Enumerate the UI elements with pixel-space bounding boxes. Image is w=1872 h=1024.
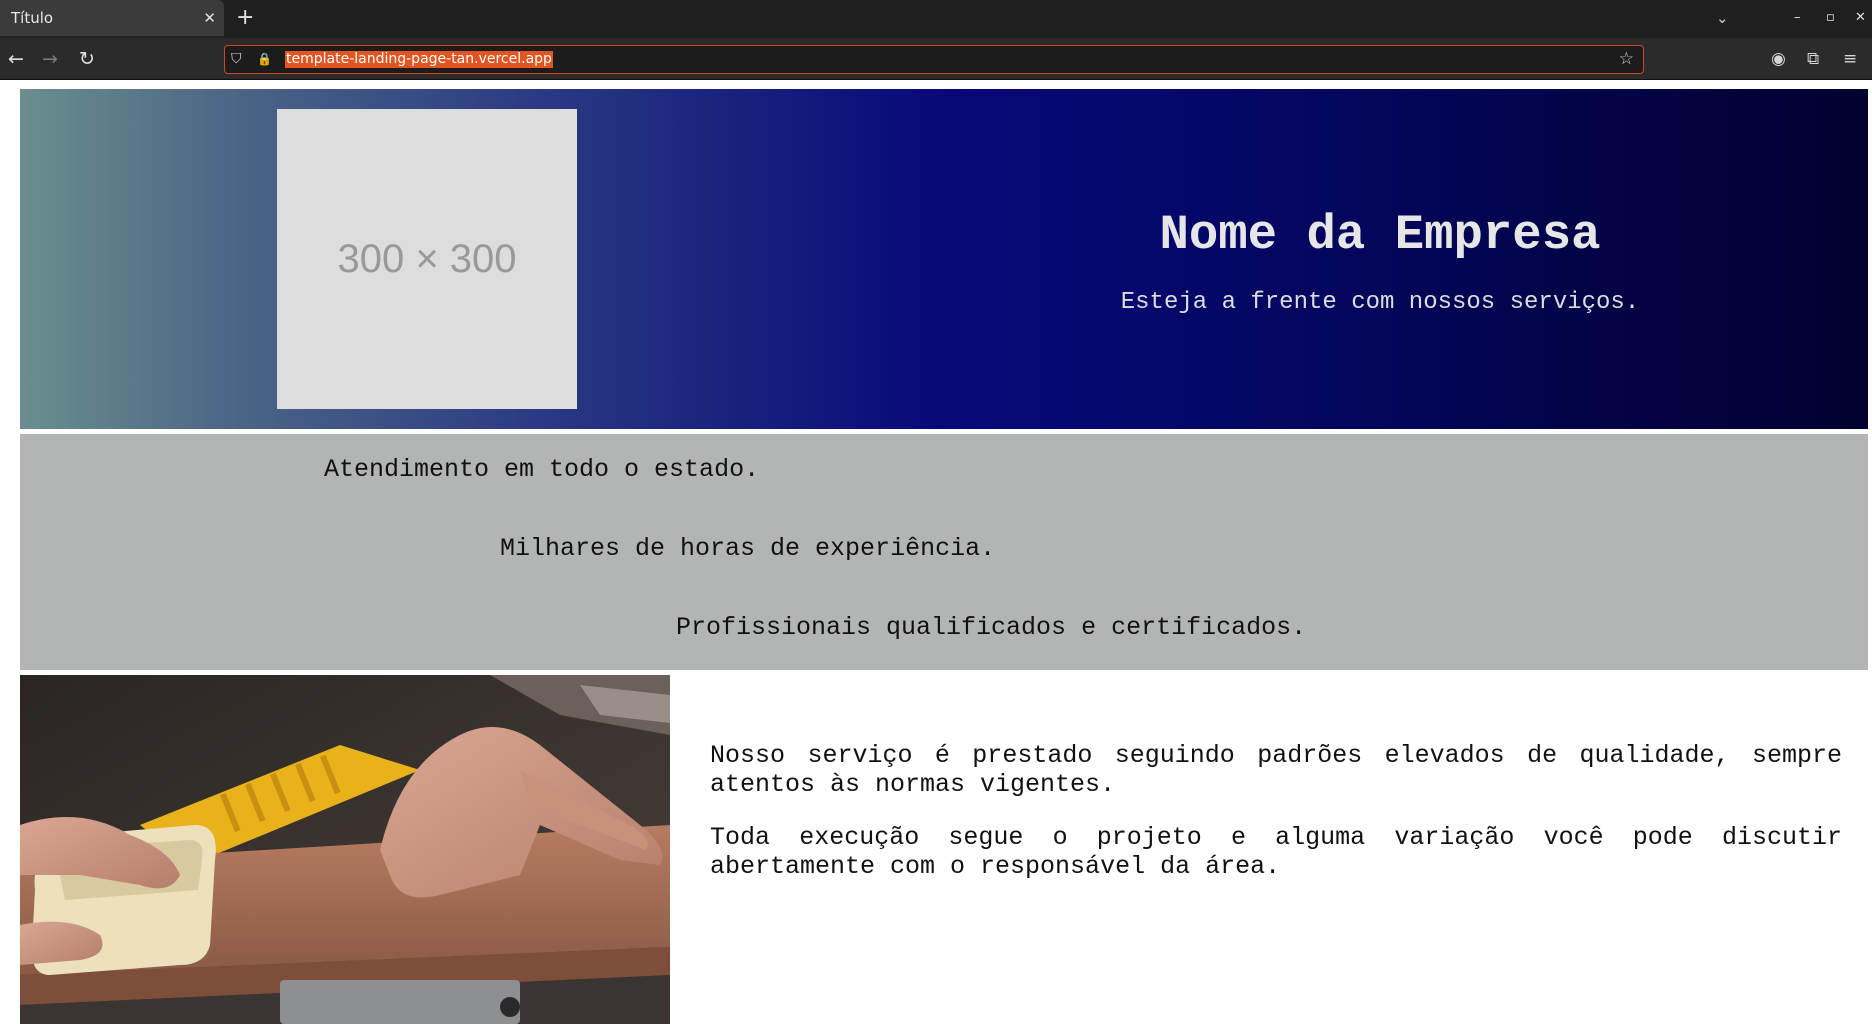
company-name: Nome da Empresa xyxy=(1159,207,1601,263)
bookmark-star-icon[interactable]: ☆ xyxy=(1619,46,1634,72)
feature-item: Milhares de horas de experiência. xyxy=(500,534,996,563)
logo-placeholder-image: 300 × 300 xyxy=(277,109,577,409)
feature-item: Atendimento em todo o estado. xyxy=(324,455,760,484)
address-bar[interactable]: ⛉ 🔒 template-landing-page-tan.vercel.app… xyxy=(224,45,1644,74)
tab-title: Título xyxy=(11,9,54,27)
page-viewport: 300 × 300 Nome da Empresa Esteja a frent… xyxy=(12,81,1872,1024)
menu-icon[interactable]: ≡ xyxy=(1843,38,1857,80)
woodworking-photo xyxy=(20,675,670,1024)
tab-close-icon[interactable]: ✕ xyxy=(203,0,216,36)
minimize-icon[interactable]: – xyxy=(1794,0,1801,36)
account-icon[interactable]: ◉ xyxy=(1771,38,1786,80)
shield-icon[interactable]: ⛉ xyxy=(231,46,242,72)
navigation-toolbar: ← → ↻ ⛉ 🔒 template-landing-page-tan.verc… xyxy=(0,38,1872,80)
url-text[interactable]: template-landing-page-tan.vercel.app xyxy=(285,51,553,68)
lock-icon[interactable]: 🔒 xyxy=(257,46,272,72)
forward-icon[interactable]: → xyxy=(42,38,58,80)
content-paragraph: Nosso serviço é prestado seguindo padrõe… xyxy=(710,741,1842,799)
tagline: Esteja a frente com nossos serviços. xyxy=(1120,289,1640,316)
feature-item: Profissionais qualificados e certificado… xyxy=(676,613,1307,642)
back-icon[interactable]: ← xyxy=(8,38,24,80)
content-paragraph: Toda execução segue o projeto e alguma v… xyxy=(710,823,1842,881)
extensions-icon[interactable]: ⧉ xyxy=(1807,38,1819,80)
placeholder-label: 300 × 300 xyxy=(337,236,517,281)
hero-banner: 300 × 300 Nome da Empresa Esteja a frent… xyxy=(20,89,1868,429)
new-tab-button[interactable]: + xyxy=(236,0,254,36)
maximize-icon[interactable]: ▫ xyxy=(1826,0,1835,36)
close-window-icon[interactable]: ✕ xyxy=(1855,0,1866,36)
reload-icon[interactable]: ↻ xyxy=(79,38,95,80)
content-text-block: Nosso serviço é prestado seguindo padrõe… xyxy=(710,741,1842,905)
tab-active[interactable]: Título ✕ xyxy=(0,0,224,36)
list-tabs-icon[interactable]: ⌄ xyxy=(1716,0,1729,36)
features-band: Atendimento em todo o estado. Milhares d… xyxy=(20,434,1868,670)
tab-bar: Título ✕ + ⌄ – ▫ ✕ xyxy=(0,0,1872,38)
